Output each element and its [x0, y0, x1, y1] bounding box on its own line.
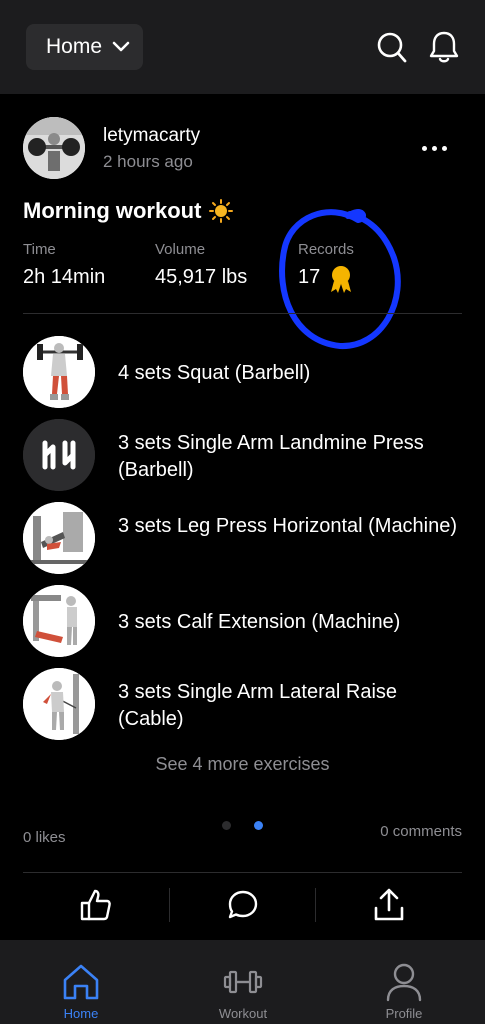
dot-icon: [421, 145, 427, 151]
username[interactable]: letymacarty: [103, 125, 200, 147]
post-time: 2 hours ago: [103, 152, 193, 171]
separator: [315, 888, 316, 922]
time-value: 2h 14min: [23, 266, 106, 288]
chevron-down-icon: [112, 41, 130, 52]
workout-title-text: Morning workout: [23, 198, 202, 223]
medal-icon: [331, 266, 351, 293]
search-icon[interactable]: [376, 30, 408, 64]
nav-profile[interactable]: Profile: [344, 940, 464, 1024]
dot-icon: [441, 145, 447, 151]
dot-icon: [431, 145, 437, 151]
likes-count[interactable]: 0 likes: [23, 829, 66, 846]
more-options-button[interactable]: [414, 138, 454, 158]
carousel-dot-2[interactable]: [254, 821, 263, 830]
avatar[interactable]: [23, 117, 85, 179]
landmine-press-thumbnail[interactable]: [23, 419, 95, 491]
share-button[interactable]: [373, 888, 405, 922]
records-label: Records: [298, 241, 354, 258]
top-bar: Home: [0, 0, 485, 94]
carousel-dot-1[interactable]: [222, 821, 231, 830]
nav-home-label: Home: [63, 1006, 99, 1021]
lateral-raise-thumbnail[interactable]: [23, 668, 95, 740]
volume-value: 45,917 lbs: [155, 266, 248, 288]
home-icon: [63, 964, 99, 1000]
squat-thumbnail[interactable]: [23, 336, 95, 408]
comment-button[interactable]: [227, 888, 259, 922]
bottom-navigation: Home Workout Profile: [0, 940, 485, 1024]
workout-title[interactable]: Morning workout: [23, 198, 234, 224]
home-dropdown[interactable]: Home: [26, 24, 143, 70]
bell-icon[interactable]: [428, 30, 460, 64]
volume-label: Volume: [155, 241, 206, 258]
exercise-item-1[interactable]: 4 sets Squat (Barbell): [118, 360, 458, 387]
comment-icon: [228, 890, 258, 919]
divider: [23, 313, 462, 314]
nav-workout-label: Workout: [218, 1006, 268, 1021]
comments-count[interactable]: 0 comments: [380, 823, 462, 840]
separator: [169, 888, 170, 922]
dumbbell-icon: [223, 970, 263, 994]
records-value: 17: [298, 266, 321, 288]
profile-icon: [386, 963, 422, 1002]
exercise-item-4[interactable]: 3 sets Calf Extension (Machine): [118, 609, 458, 636]
sun-icon: [209, 199, 234, 223]
like-button[interactable]: [80, 888, 112, 922]
exercise-item-3[interactable]: 3 sets Leg Press Horizontal (Machine): [118, 513, 458, 540]
see-more-exercises-link[interactable]: See 4 more exercises: [0, 754, 485, 775]
nav-profile-label: Profile: [385, 1006, 423, 1021]
divider: [23, 872, 462, 873]
leg-press-thumbnail[interactable]: [23, 502, 95, 574]
share-icon: [374, 888, 404, 921]
exercise-item-5[interactable]: 3 sets Single Arm Lateral Raise (Cable): [118, 679, 458, 733]
exercise-item-2[interactable]: 3 sets Single Arm Landmine Press (Barbel…: [118, 430, 458, 484]
nav-workout[interactable]: Workout: [183, 940, 303, 1024]
thumbs-up-icon: [80, 889, 111, 921]
time-label: Time: [23, 241, 56, 258]
calf-extension-thumbnail[interactable]: [23, 585, 95, 657]
nav-home[interactable]: Home: [21, 940, 141, 1024]
home-dropdown-label: Home: [46, 35, 103, 58]
